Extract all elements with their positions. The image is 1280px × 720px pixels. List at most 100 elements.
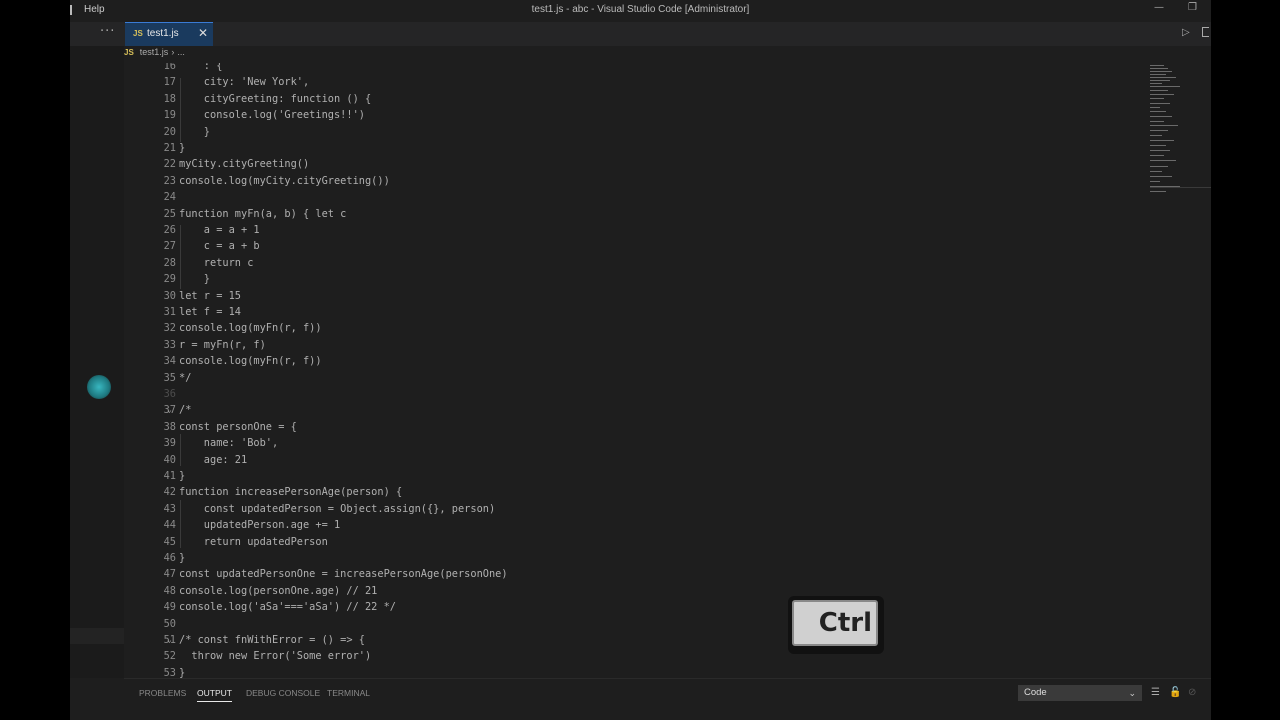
code-line[interactable]: 33 r = myFn(r, f) — [124, 337, 1150, 353]
lock-icon[interactable]: 🔓 — [1169, 687, 1181, 698]
line-number: 34 — [163, 355, 176, 368]
code-line[interactable]: 16 : { — [124, 63, 1150, 74]
javascript-file-icon: JS — [124, 48, 134, 57]
code-text: throw new Error('Some error') — [179, 650, 372, 663]
code-line[interactable]: 28 return c — [124, 255, 1150, 271]
code-line[interactable]: 31 let f = 14 — [124, 304, 1150, 320]
code-line[interactable]: 47 const updatedPersonOne = increasePerso… — [124, 566, 1150, 582]
line-number: 23 — [163, 174, 176, 187]
line-number: 53 — [163, 666, 176, 678]
chevron-down-icon: ⌄ — [1128, 688, 1136, 698]
code-text: const updatedPerson = Object.assign({}, … — [179, 502, 496, 515]
code-line[interactable]: 35 */ — [124, 370, 1150, 386]
code-text: } — [179, 125, 210, 138]
line-number: 45 — [163, 535, 176, 548]
line-number: 24 — [163, 191, 176, 204]
code-text: r = myFn(r, f) — [179, 338, 266, 351]
line-number: 25 — [163, 207, 176, 220]
fold-chevron-icon[interactable]: ⌄ — [167, 402, 172, 418]
code-line[interactable]: 38 const personOne = { — [124, 419, 1150, 435]
code-line[interactable]: 22 myCity.cityGreeting() — [124, 156, 1150, 172]
line-number: 33 — [163, 338, 176, 351]
code-line[interactable]: 50 — [124, 616, 1150, 632]
code-line[interactable]: 39 name: 'Bob', — [124, 435, 1150, 451]
code-line[interactable]: 24 — [124, 189, 1150, 205]
code-line[interactable]: 41} — [124, 468, 1150, 484]
tab-test1-js[interactable]: JS test1.js ✕ — [125, 22, 213, 46]
bottom-panel-bar: PROBLEMS OUTPUT DEBUG CONSOLE TERMINAL C… — [124, 678, 1211, 720]
code-text: return c — [179, 256, 254, 269]
code-line[interactable]: 53} — [124, 665, 1150, 678]
code-line[interactable]: 18 cityGreeting: function () { — [124, 91, 1150, 107]
code-text: } — [179, 666, 186, 678]
code-line[interactable]: 37 ⌄/* — [124, 402, 1150, 418]
minimize-icon[interactable]: — — [1154, 2, 1164, 13]
code-text: let r = 15 — [179, 289, 241, 302]
code-line[interactable]: 32 console.log(myFn(r, f)) — [124, 320, 1150, 336]
line-number: 38 — [163, 420, 176, 433]
code-line[interactable]: 20 } — [124, 124, 1150, 140]
code-line[interactable]: 52 throw new Error('Some error') — [124, 648, 1150, 664]
code-line[interactable]: 49 console.log('aSa'==='aSa') // 22 */ — [124, 599, 1150, 615]
code-text: updatedPerson.age += 1 — [179, 519, 341, 532]
code-line[interactable]: 34 console.log(myFn(r, f)) — [124, 353, 1150, 369]
code-text: } — [179, 552, 186, 564]
line-number: 20 — [163, 125, 176, 138]
code-editor[interactable]: 16 : {17 city: 'New York', 18 cityGreetin… — [124, 63, 1150, 678]
code-text: console.log(myFn(r, f)) — [179, 355, 322, 368]
code-line[interactable]: 23 console.log(myCity.cityGreeting()) — [124, 173, 1150, 189]
code-line[interactable]: 43 const updatedPerson = Object.assign({… — [124, 501, 1150, 517]
breadcrumb-separator: › — [171, 47, 175, 57]
restore-icon[interactable]: ❐ — [1188, 2, 1197, 13]
code-text: function myFn(a, b) { let c — [179, 207, 347, 220]
line-number: 52 — [163, 650, 176, 663]
line-number: 41 — [163, 470, 176, 482]
code-text: cityGreeting: function () { — [179, 92, 372, 105]
tab-label: test1.js — [147, 28, 179, 39]
code-line[interactable]: 27 c = a + b — [124, 238, 1150, 254]
code-line[interactable]: 45 return updatedPerson — [124, 534, 1150, 550]
close-icon[interactable]: ✕ — [198, 26, 208, 40]
code-line[interactable]: 21} — [124, 140, 1150, 156]
code-line[interactable]: 36 — [124, 386, 1150, 402]
code-text: city: 'New York', — [179, 76, 310, 89]
output-channel-select[interactable]: Code ⌄ — [1018, 685, 1142, 701]
key-overlay: Ctrl — [788, 596, 884, 654]
code-line[interactable]: 29 } — [124, 271, 1150, 287]
code-text: let f = 14 — [179, 306, 241, 318]
code-line[interactable]: 40 age: 21 — [124, 452, 1150, 468]
fold-chevron-icon[interactable]: ⌄ — [167, 632, 172, 648]
tab-problems[interactable]: PROBLEMS — [139, 688, 186, 698]
line-number: 26 — [163, 224, 176, 236]
code-text: */ — [179, 371, 192, 384]
code-line[interactable]: 51 ⌄/* const fnWithError = () => { — [124, 632, 1150, 648]
window-title: test1.js - abc - Visual Studio Code [Adm… — [531, 4, 750, 15]
code-line[interactable]: 42 function increasePersonAge(person) { — [124, 484, 1150, 500]
sidebar-highlight — [70, 628, 124, 644]
code-line[interactable]: 48 console.log(personOne.age) // 21 — [124, 583, 1150, 599]
word-wrap-icon[interactable]: ☰ — [1151, 687, 1160, 698]
clear-output-icon[interactable]: ⊘ — [1188, 687, 1196, 698]
split-editor-icon[interactable] — [1202, 27, 1209, 37]
line-number: 43 — [163, 502, 176, 515]
code-line[interactable]: 44 updatedPerson.age += 1 — [124, 517, 1150, 533]
tab-debug-console[interactable]: DEBUG CONSOLE — [246, 688, 320, 698]
code-line[interactable]: 30 let r = 15 — [124, 288, 1150, 304]
line-number: 42 — [163, 486, 176, 499]
code-line[interactable]: 17 city: 'New York', — [124, 74, 1150, 90]
tab-terminal[interactable]: TERMINAL — [327, 688, 370, 698]
line-number: 47 — [163, 568, 176, 581]
code-line[interactable]: 46} — [124, 550, 1150, 566]
line-number: 28 — [163, 256, 176, 269]
code-line[interactable]: 26 a = a + 1 — [124, 222, 1150, 238]
minimap[interactable] — [1150, 63, 1211, 678]
breadcrumb-file[interactable]: test1.js — [140, 47, 169, 57]
code-text: name: 'Bob', — [179, 437, 279, 450]
run-icon[interactable]: ▷ — [1182, 27, 1190, 38]
code-line[interactable]: 19 console.log('Greetings!!') — [124, 107, 1150, 123]
tab-output[interactable]: OUTPUT — [197, 688, 232, 702]
breadcrumb-rest[interactable]: ... — [177, 47, 185, 57]
line-number: 48 — [163, 584, 176, 597]
code-line[interactable]: 25 function myFn(a, b) { let c — [124, 206, 1150, 222]
more-actions-icon[interactable]: ··· — [100, 24, 115, 39]
